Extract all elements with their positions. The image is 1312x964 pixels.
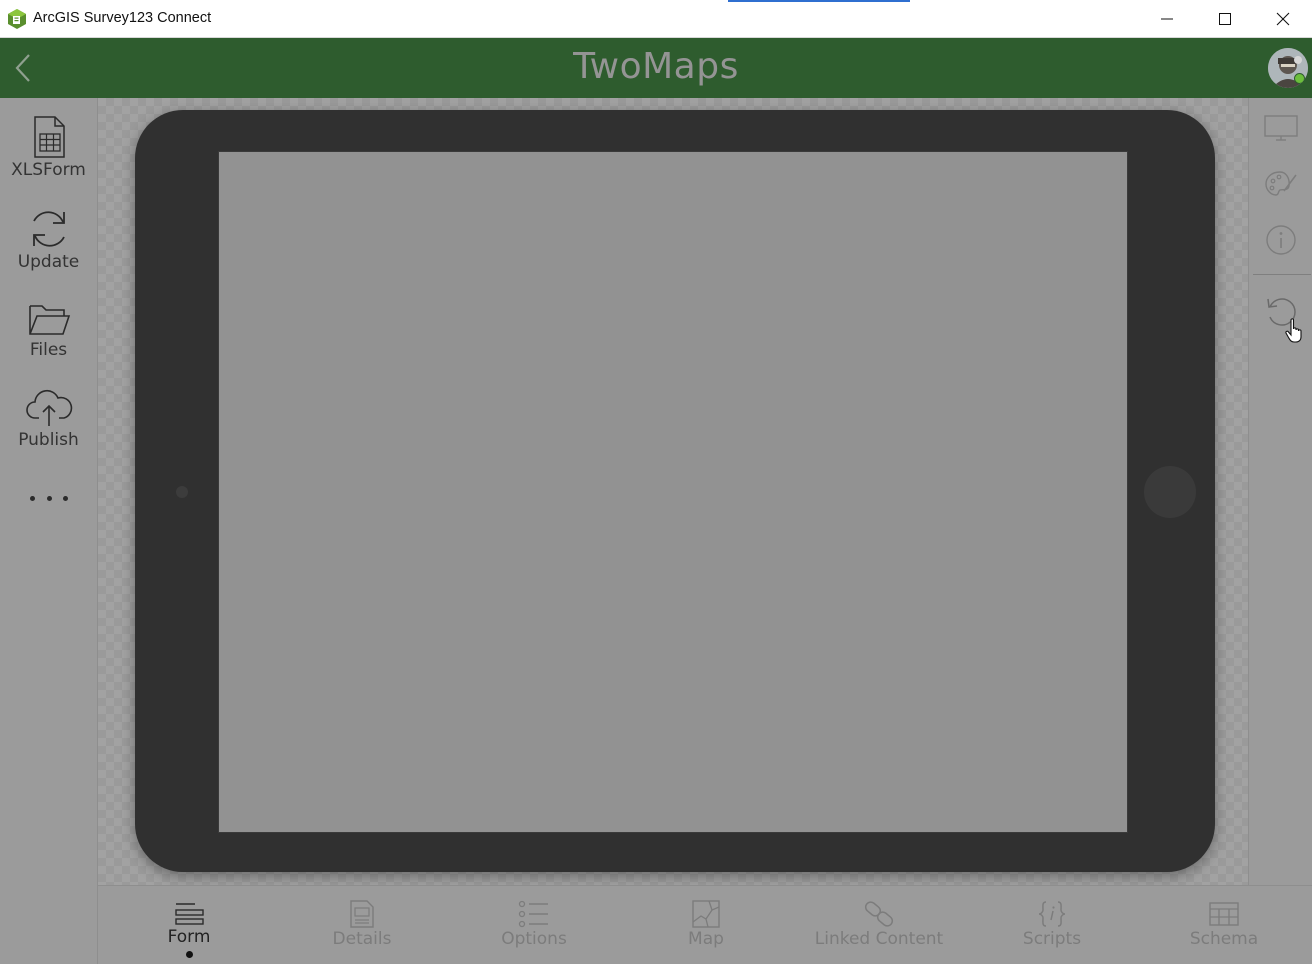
minimize-icon [1161, 18, 1173, 19]
tablet-frame [135, 110, 1215, 872]
tab-form[interactable]: Form [103, 886, 275, 964]
scripts-braces-icon [1038, 901, 1066, 927]
schema-table-icon [1209, 902, 1239, 926]
hand-cursor-icon [1285, 318, 1302, 343]
link-icon [864, 901, 894, 927]
tab-schema-label: Schema [1189, 929, 1259, 949]
tab-schema[interactable]: Schema [1138, 886, 1310, 964]
page-title: TwoMaps [573, 46, 739, 87]
more-dots-icon[interactable] [30, 496, 68, 501]
survey-header: TwoMaps [0, 38, 1312, 98]
titlebar-accent [728, 0, 910, 2]
files-button[interactable]: Files [0, 300, 97, 360]
publish-label: Publish [18, 430, 79, 450]
tab-map-label: Map [688, 929, 724, 949]
window-title: ArcGIS Survey123 Connect [33, 10, 212, 26]
xlsform-button[interactable]: XLSForm [0, 116, 97, 180]
maximize-button[interactable] [1196, 0, 1254, 37]
map-icon [692, 900, 720, 928]
close-button[interactable] [1254, 0, 1312, 37]
preview-canvas [98, 98, 1248, 885]
folder-icon [28, 305, 70, 335]
online-status-dot [1294, 73, 1305, 84]
tab-scripts[interactable]: Scripts [966, 886, 1138, 964]
theme-button[interactable] [1263, 166, 1299, 202]
publish-button[interactable]: Publish [0, 388, 97, 450]
right-sidebar-divider [1253, 274, 1311, 275]
monitor-icon [1264, 115, 1298, 141]
update-button[interactable]: Update [0, 208, 97, 272]
tab-options[interactable]: Options [448, 886, 620, 964]
refresh-icon [32, 211, 65, 247]
tab-scripts-label: Scripts [1022, 929, 1082, 949]
details-icon [350, 900, 374, 928]
spreadsheet-icon [33, 116, 65, 158]
files-label: Files [29, 340, 68, 360]
tab-details[interactable]: Details [276, 886, 448, 964]
minimize-button[interactable] [1138, 0, 1196, 37]
tab-options-label: Options [501, 929, 567, 949]
tab-details-label: Details [332, 929, 392, 949]
tab-map[interactable]: Map [620, 886, 792, 964]
xlsform-label: XLSForm [11, 160, 86, 180]
maximize-icon [1219, 12, 1231, 25]
right-sidebar [1248, 98, 1312, 885]
tablet-camera [176, 486, 188, 498]
close-icon [1276, 12, 1290, 25]
palette-icon [1265, 171, 1297, 196]
info-icon [1266, 225, 1296, 255]
user-avatar[interactable] [1268, 48, 1308, 88]
bottom-tab-bar: Form Details Options Map Linked Content … [98, 885, 1312, 964]
form-icon [175, 903, 204, 925]
info-button[interactable] [1263, 222, 1299, 258]
cloud-upload-icon [25, 389, 72, 426]
tablet-screen[interactable] [218, 151, 1128, 833]
monitor-button[interactable] [1263, 110, 1299, 146]
tablet-home-button [1144, 466, 1196, 518]
update-label: Update [17, 252, 80, 272]
left-sidebar: XLSForm Update Files Publish [0, 98, 98, 964]
tab-form-label: Form [167, 927, 211, 947]
tab-linked-content-label: Linked Content [814, 929, 944, 949]
app-logo-icon [8, 9, 26, 29]
tab-linked-content[interactable]: Linked Content [793, 886, 965, 964]
active-tab-indicator [185, 951, 193, 958]
window-titlebar: ArcGIS Survey123 Connect [0, 0, 1312, 38]
options-list-icon [518, 900, 548, 928]
